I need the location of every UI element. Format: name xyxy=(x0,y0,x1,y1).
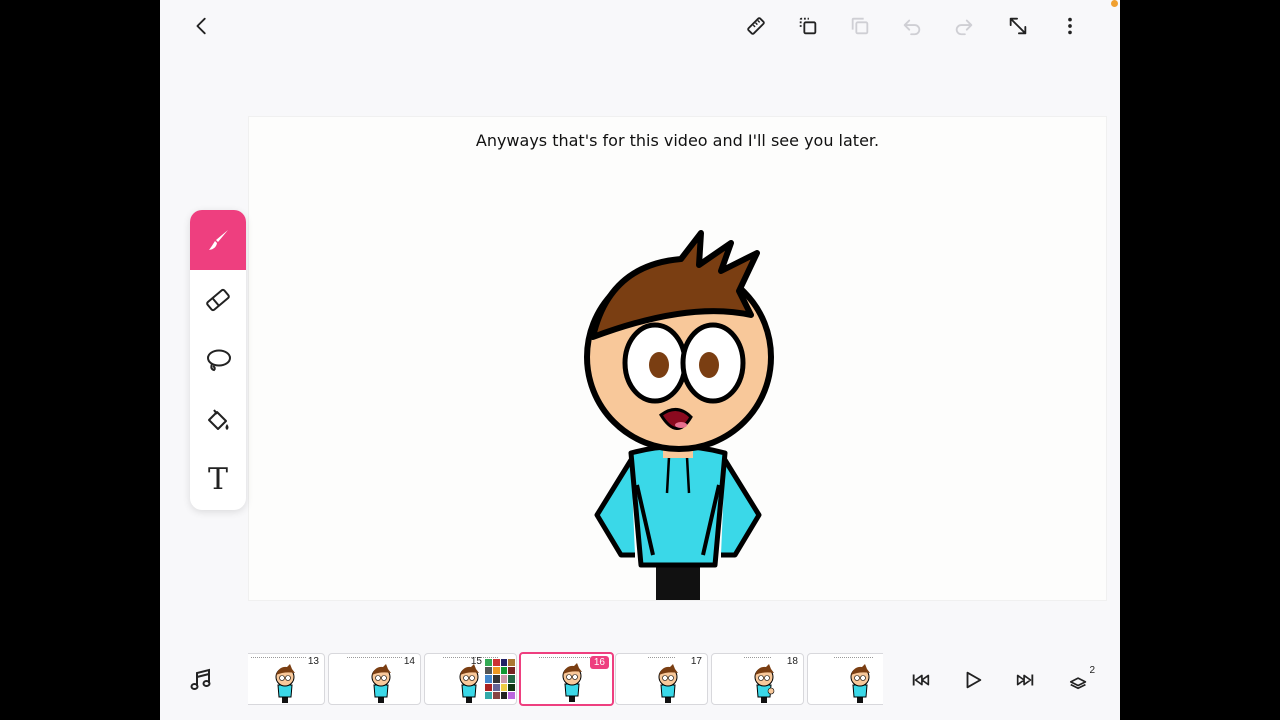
frame-caption-line xyxy=(539,657,594,660)
eraser-tool[interactable] xyxy=(190,270,246,330)
cartoon-character xyxy=(584,230,774,600)
layers-count-badge: 2 xyxy=(1089,665,1095,676)
brush-tool[interactable] xyxy=(190,210,246,270)
text-icon: T xyxy=(207,462,228,497)
frame-character-thumbnail xyxy=(371,664,391,703)
redo-button[interactable] xyxy=(946,8,982,44)
frame-thumbnail[interactable]: 13 xyxy=(248,653,325,705)
frame-number: 14 xyxy=(403,656,415,667)
more-button[interactable] xyxy=(1052,8,1088,44)
skip-to-start-button[interactable] xyxy=(906,665,936,695)
frame-character-thumbnail xyxy=(275,664,295,703)
undo-icon xyxy=(903,19,921,36)
frame-number: 17 xyxy=(690,656,702,667)
copy-icon xyxy=(851,17,869,35)
frame-thumbnail-current[interactable]: 16 xyxy=(519,652,614,706)
skip-to-end-button[interactable] xyxy=(1010,665,1040,695)
expand-button[interactable] xyxy=(1000,8,1036,44)
frame-caption-line xyxy=(648,657,675,660)
ruler-icon xyxy=(747,17,765,35)
play-icon xyxy=(966,671,982,689)
eraser-icon xyxy=(206,288,230,312)
tool-palette: T xyxy=(190,210,246,510)
copy-button[interactable] xyxy=(842,8,878,44)
skip-back-icon xyxy=(912,674,930,686)
caption-text: Anyways that's for this video and I'll s… xyxy=(475,131,880,150)
frame-thumbnail[interactable]: 14 xyxy=(328,653,421,705)
lasso-icon xyxy=(207,349,231,372)
frame-caption-line xyxy=(251,657,306,660)
thumbnail-collage-image xyxy=(485,659,515,699)
brush-icon xyxy=(209,230,228,250)
undo-button[interactable] xyxy=(894,8,930,44)
frame-thumbnail[interactable]: 17 xyxy=(615,653,708,705)
layers-icon xyxy=(1069,677,1087,690)
duplicate-frame-button[interactable] xyxy=(790,8,826,44)
play-button[interactable] xyxy=(958,665,988,695)
music-note-icon xyxy=(190,668,211,690)
frame-character-thumbnail xyxy=(754,664,775,703)
frame-character-thumbnail xyxy=(658,664,678,703)
frame-number: 13 xyxy=(307,656,319,667)
redo-icon xyxy=(955,19,973,36)
text-tool[interactable]: T xyxy=(190,450,246,510)
frame-character-thumbnail xyxy=(562,663,582,702)
layers-button[interactable]: 2 xyxy=(1064,665,1095,695)
back-button[interactable] xyxy=(184,8,220,44)
drawing-canvas[interactable]: Anyways that's for this video and I'll s… xyxy=(249,117,1106,600)
frame-number: 16 xyxy=(589,656,609,669)
frame-caption-line xyxy=(834,657,873,660)
ruler-button[interactable] xyxy=(738,8,774,44)
app-window: Anyways that's for this video and I'll s… xyxy=(160,0,1120,720)
frame-thumbnail[interactable]: 18 xyxy=(711,653,804,705)
skip-forward-icon xyxy=(1016,674,1034,686)
paint-bucket-icon xyxy=(208,409,229,430)
back-icon xyxy=(196,17,206,35)
fill-tool[interactable] xyxy=(190,390,246,450)
frame-character-thumbnail xyxy=(850,664,870,703)
frame-thumbnail[interactable]: 15 xyxy=(424,653,517,705)
more-icon xyxy=(1068,17,1072,35)
frame-thumbnail[interactable] xyxy=(807,653,883,705)
frame-strip[interactable]: 13 14 15 16 17 18 xyxy=(248,652,883,708)
frame-caption-line xyxy=(347,657,402,660)
duplicate-icon xyxy=(799,17,817,35)
timeline-bar: 13 14 15 16 17 18 2 xyxy=(160,645,1120,715)
frame-caption-line xyxy=(744,657,771,660)
frame-character-thumbnail xyxy=(459,664,479,703)
recording-indicator xyxy=(1111,0,1118,7)
lasso-tool[interactable] xyxy=(190,330,246,390)
music-button[interactable] xyxy=(188,667,214,693)
frame-number: 18 xyxy=(786,656,798,667)
expand-icon xyxy=(1009,17,1027,35)
